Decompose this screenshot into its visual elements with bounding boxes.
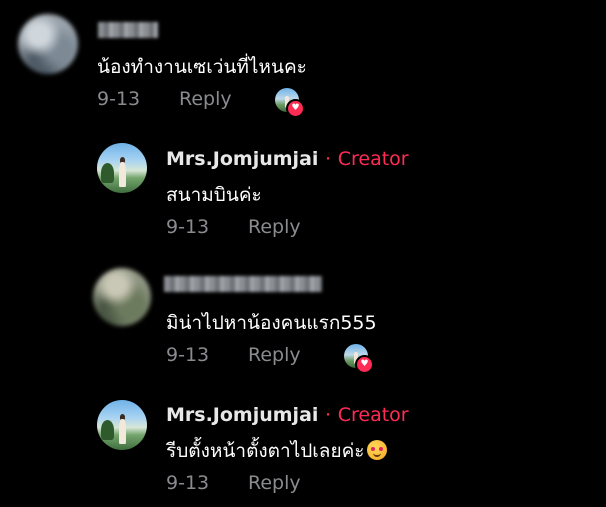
creator-badge: Creator: [337, 404, 409, 426]
creator-username[interactable]: Mrs.Jomjumjai: [166, 148, 318, 170]
comment-date: 9-13: [97, 88, 141, 110]
blurred-username[interactable]: [98, 22, 158, 38]
comment-text-row: รีบตั้งหน้าตั้งตาไปเลยค่ะ: [166, 436, 387, 466]
comment-date: 9-13: [166, 472, 210, 494]
creator-username[interactable]: Mrs.Jomjumjai: [166, 404, 318, 426]
comment-text: มิน่าไปหาน้องคนแรก555: [166, 312, 377, 334]
creator-liked-indicator: ♥: [275, 88, 305, 118]
smiling-face-with-hearts-icon: [366, 440, 387, 460]
commenter-avatar[interactable]: [93, 268, 151, 326]
separator-dot: ·: [325, 148, 332, 170]
heart-icon: ♥: [286, 99, 305, 118]
commenter-avatar[interactable]: [18, 14, 78, 74]
creator-badge: Creator: [337, 148, 409, 170]
separator-dot: ·: [325, 404, 332, 426]
creator-username-row: Mrs.Jomjumjai · Creator: [166, 404, 409, 426]
creator-avatar[interactable]: [97, 143, 147, 193]
reply-button[interactable]: Reply: [248, 216, 301, 238]
comment-text: รีบตั้งหน้าตั้งตาไปเลยค่ะ: [166, 440, 365, 462]
comment-thread: น้องทำงานเซเว่นที่ไหนคะ 9-13 Reply ♥ Mrs…: [0, 0, 606, 507]
reply-button[interactable]: Reply: [248, 472, 301, 494]
creator-avatar[interactable]: [97, 400, 147, 450]
reply-button[interactable]: Reply: [179, 88, 232, 110]
comment-text: สนามบินค่ะ: [166, 184, 262, 206]
creator-username-row: Mrs.Jomjumjai · Creator: [166, 148, 409, 170]
blurred-username[interactable]: [164, 276, 322, 292]
heart-icon: ♥: [355, 355, 374, 374]
comment-text: น้องทำงานเซเว่นที่ไหนคะ: [97, 56, 307, 78]
creator-liked-indicator: ♥: [344, 344, 374, 374]
comment-date: 9-13: [166, 216, 210, 238]
reply-button[interactable]: Reply: [248, 344, 301, 366]
comment-date: 9-13: [166, 344, 210, 366]
